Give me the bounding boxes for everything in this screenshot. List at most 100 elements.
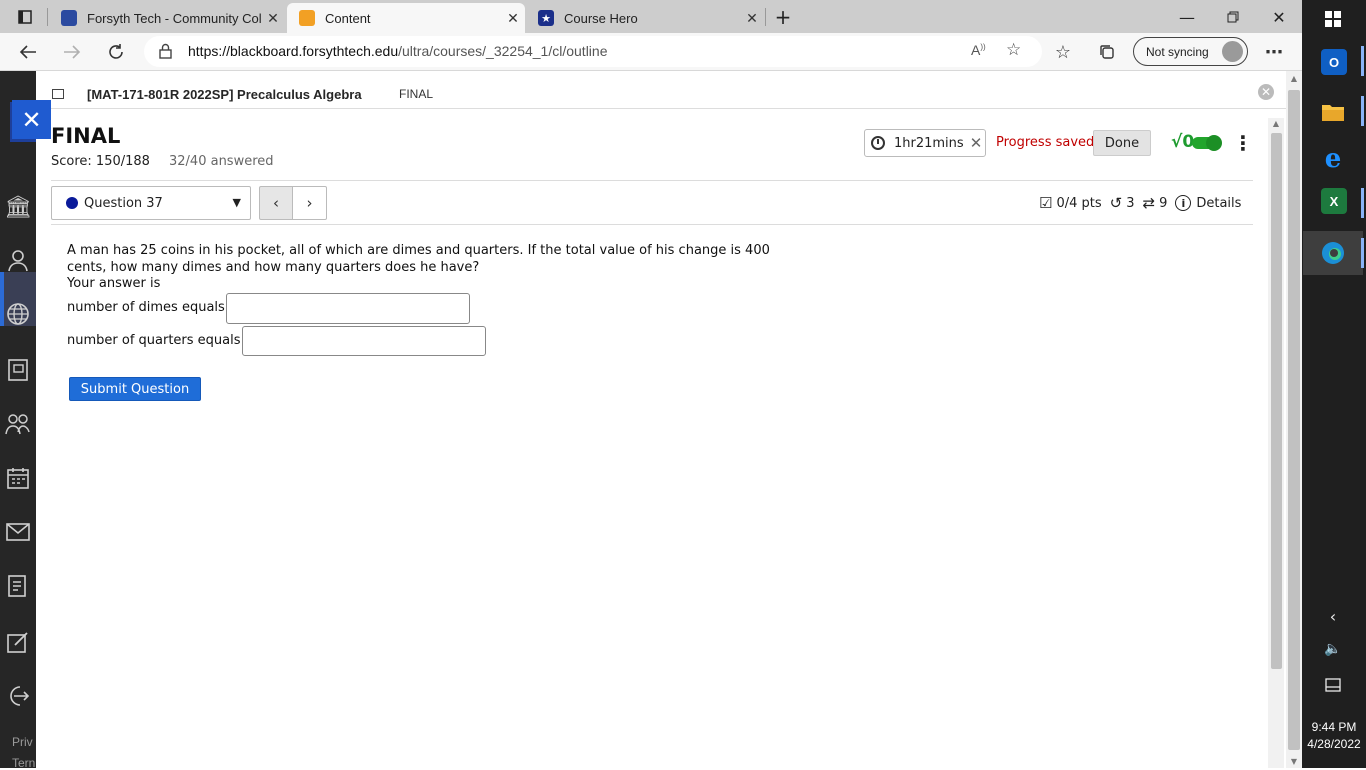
taskbar-clock[interactable]: 9:44 PM 4/28/2022	[1302, 719, 1366, 753]
url-host: https://blackboard.forsythtech.edu	[188, 43, 399, 59]
outlook-icon[interactable]: O	[1321, 49, 1347, 75]
course-window-icon	[52, 89, 64, 99]
avatar	[1222, 41, 1243, 62]
question-status-dot	[66, 197, 78, 209]
edge-browser-icon[interactable]	[1316, 236, 1350, 270]
close-icon[interactable]: ✕	[1258, 84, 1274, 100]
close-tab-icon[interactable]: ✕	[740, 10, 764, 27]
attempts-info: ⇄ 9	[1143, 194, 1168, 212]
undo-icon: ↺	[1109, 194, 1123, 212]
url-path: /ultra/courses/_32254_1/cl/outline	[398, 43, 608, 59]
info-icon: i	[1175, 195, 1192, 211]
read-aloud-icon[interactable]: A))	[971, 42, 986, 58]
close-tab-icon[interactable]: ✕	[501, 10, 525, 27]
excel-icon[interactable]: X	[1321, 188, 1347, 214]
score-text: Score: 150/188	[51, 154, 150, 169]
clock-time: 9:44 PM	[1311, 720, 1357, 734]
grades-icon[interactable]	[0, 568, 36, 604]
tab-title: Forsyth Tech - Community Colleg	[87, 10, 261, 26]
math-toggle-switch[interactable]	[1192, 135, 1222, 151]
close-window-icon[interactable]: ✕	[1262, 4, 1296, 30]
sync-label: Not syncing	[1146, 44, 1209, 59]
sign-out-icon[interactable]	[0, 678, 36, 714]
question-select-label: Question 37	[84, 195, 163, 211]
scroll-up-arrow-icon[interactable]: ▲	[1286, 74, 1302, 83]
back-arrow-icon[interactable]	[16, 40, 40, 64]
favorites-icon[interactable]: ☆	[1051, 40, 1075, 64]
dimes-input[interactable]	[226, 293, 470, 324]
app-running-indicator	[1361, 46, 1364, 76]
profile-sync-button[interactable]: Not syncing	[1133, 37, 1248, 66]
courses-icon[interactable]	[0, 352, 36, 388]
previous-question-button[interactable]: ‹	[259, 186, 293, 220]
scroll-up-arrow-icon[interactable]: ▲	[1268, 119, 1284, 128]
collections-icon[interactable]	[1095, 40, 1119, 64]
app-running-indicator	[1361, 238, 1364, 268]
windows-start-icon[interactable]	[1325, 11, 1341, 31]
browser-tab-strip: Forsyth Tech - Community Colleg ✕ Conten…	[0, 0, 1302, 33]
course-header: [MAT-171-801R 2022SP] Precalculus Algebr…	[36, 71, 1288, 109]
dimes-label: number of dimes equals	[67, 300, 225, 315]
calendar-icon[interactable]	[0, 460, 36, 496]
restore-icon[interactable]	[1216, 4, 1250, 30]
minimize-icon[interactable]: —	[1170, 4, 1204, 30]
timer-badge[interactable]: 1hr21mins ✕	[864, 129, 986, 157]
question-meta: ☑ 0/4 pts ↺ 3 ⇄ 9 i Details	[1039, 194, 1249, 212]
close-panel-button[interactable]: ✕	[12, 100, 51, 139]
hide-timer-icon[interactable]: ✕	[970, 134, 983, 152]
repeat-icon: ⇄	[1142, 194, 1156, 212]
question-select[interactable]: Question 37 ▼	[51, 186, 251, 220]
blackboard-pencil-icon	[299, 10, 315, 26]
inner-scroll-thumb[interactable]	[1271, 133, 1282, 669]
privacy-link[interactable]: Priv	[12, 735, 33, 749]
details-label: Details	[1196, 195, 1242, 211]
notification-icon[interactable]	[1314, 677, 1352, 696]
answered-count: 32/40 answered	[169, 154, 274, 169]
add-favorite-icon[interactable]: ☆	[1006, 40, 1021, 60]
profile-icon[interactable]	[0, 242, 36, 278]
retries-count: 3	[1126, 195, 1135, 211]
divider	[51, 224, 1253, 225]
volume-icon[interactable]: 🔈	[1314, 641, 1352, 657]
file-explorer-icon[interactable]	[1316, 95, 1350, 129]
more-menu-icon[interactable]: ⋯	[1262, 40, 1286, 64]
more-options-icon[interactable]: ⋮	[1233, 131, 1253, 155]
internet-explorer-icon[interactable]: e	[1316, 142, 1350, 176]
done-button[interactable]: Done	[1093, 130, 1151, 156]
new-tab-plus-icon[interactable]: +	[766, 4, 800, 30]
tab-content[interactable]: Content ✕	[287, 3, 525, 33]
app-running-indicator	[1361, 96, 1364, 126]
tab-actions-icon[interactable]	[8, 4, 42, 30]
forward-arrow-icon[interactable]	[60, 40, 84, 64]
activity-globe-icon[interactable]	[0, 296, 36, 332]
divider	[51, 180, 1253, 181]
tools-icon[interactable]	[0, 624, 36, 660]
show-hidden-icons-icon[interactable]: ‹	[1314, 607, 1352, 626]
details-link[interactable]: i Details	[1175, 195, 1241, 211]
scroll-down-arrow-icon[interactable]: ▼	[1286, 757, 1302, 766]
checkbox-icon: ☑	[1039, 194, 1053, 212]
close-tab-icon[interactable]: ✕	[261, 10, 285, 27]
answer-prompt: Your answer is	[67, 276, 161, 291]
address-bar[interactable]: https://blackboard.forsythtech.edu/ultra…	[144, 36, 1042, 67]
refresh-icon[interactable]	[104, 40, 128, 64]
institution-page-icon[interactable]: 🏛	[0, 189, 36, 225]
tab-forsyth-tech[interactable]: Forsyth Tech - Community Colleg ✕	[49, 3, 285, 33]
clock-date: 4/28/2022	[1307, 737, 1361, 751]
course-hero-star-icon: ★	[538, 10, 554, 26]
lock-icon[interactable]	[159, 43, 172, 63]
app-running-indicator	[1361, 188, 1364, 218]
course-title: [MAT-171-801R 2022SP] Precalculus Algebr…	[87, 87, 362, 102]
breadcrumb[interactable]: FINAL	[399, 87, 433, 101]
organizations-icon[interactable]	[0, 406, 36, 442]
page-scroll-thumb[interactable]	[1288, 90, 1300, 750]
tab-course-hero[interactable]: ★ Course Hero ✕	[526, 3, 764, 33]
browser-toolbar: https://blackboard.forsythtech.edu/ultra…	[0, 33, 1302, 71]
next-question-button[interactable]: ›	[292, 186, 327, 220]
tab-title: Content	[325, 10, 371, 26]
quarters-input[interactable]	[242, 326, 486, 356]
math-entry-icon[interactable]: √0	[1171, 132, 1194, 152]
submit-question-button[interactable]: Submit Question	[69, 377, 201, 401]
tab-title: Course Hero	[564, 10, 638, 26]
messages-icon[interactable]	[0, 514, 36, 550]
